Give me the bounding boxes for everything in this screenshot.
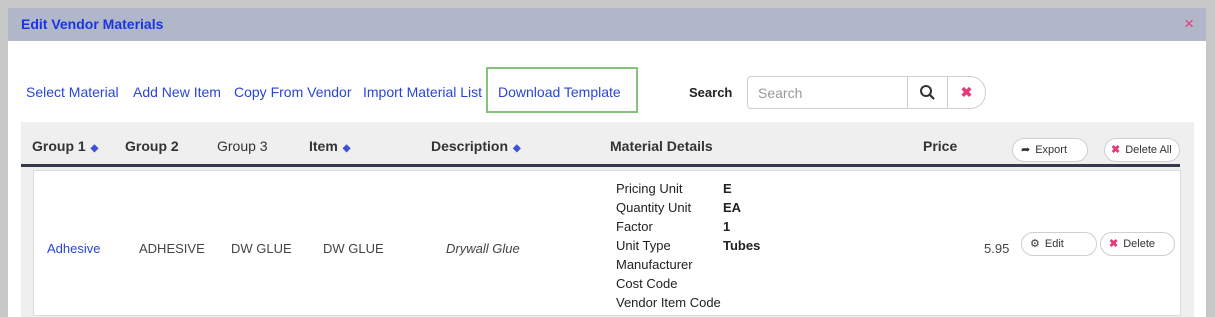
copy-from-vendor-link[interactable]: Copy From Vendor (234, 84, 352, 100)
search-button[interactable] (907, 77, 947, 108)
detail-value: E (723, 181, 732, 196)
close-icon[interactable]: × (1184, 14, 1194, 34)
group2-cell: ADHESIVE (139, 241, 205, 256)
group3-cell: DW GLUE (231, 241, 292, 256)
header-label: Item (309, 138, 338, 154)
gear-icon: ⚙ (1030, 238, 1040, 250)
delete-button[interactable]: ✖ Delete (1100, 232, 1175, 256)
header-description[interactable]: Description ◆ (431, 138, 521, 154)
header-group1[interactable]: Group 1 ◆ (32, 138, 98, 154)
add-new-item-link[interactable]: Add New Item (133, 84, 221, 100)
search-label: Search (689, 85, 733, 100)
export-button[interactable]: ➦ Export (1012, 138, 1088, 162)
detail-label: Unit Type (616, 238, 671, 253)
search-icon (920, 85, 935, 100)
close-icon: ✖ (1111, 144, 1121, 156)
header-label: Description (431, 138, 509, 154)
detail-label: Factor (616, 219, 653, 234)
price-cell: 5.95 (984, 241, 1010, 256)
edit-label: Edit (1044, 238, 1064, 250)
detail-label: Quantity Unit (616, 200, 692, 215)
delete-label: Delete (1123, 238, 1156, 250)
sort-icon[interactable]: ◆ (343, 143, 351, 154)
header-label: Group 3 (217, 138, 268, 154)
item-cell: DW GLUE (323, 241, 384, 256)
table-row: Adhesive ADHESIVE DW GLUE DW GLUE Drywal… (33, 170, 1181, 316)
group1-cell[interactable]: Adhesive (47, 241, 100, 256)
header-material-details: Material Details (610, 138, 713, 154)
sort-icon[interactable]: ◆ (91, 143, 99, 154)
detail-label: Pricing Unit (616, 181, 683, 196)
header-group2: Group 2 (125, 138, 179, 154)
header-label: Material Details (610, 138, 713, 154)
download-template-link[interactable]: Download Template (498, 84, 621, 100)
delete-all-button[interactable]: ✖ Delete All (1104, 138, 1180, 162)
delete-all-label: Delete All (1125, 144, 1172, 156)
detail-label: Cost Code (616, 276, 678, 291)
header-item[interactable]: Item ◆ (309, 138, 351, 154)
header-label: Group 2 (125, 138, 179, 154)
detail-value: Tubes (723, 238, 761, 253)
detail-value: EA (723, 200, 742, 215)
select-material-link[interactable]: Select Material (26, 84, 119, 100)
search-input[interactable] (748, 77, 906, 108)
search-group: ✖ (747, 76, 986, 109)
materials-table: Group 1 ◆ Group 2 Group 3 Item ◆ Descripti… (21, 122, 1194, 317)
close-icon: ✖ (960, 84, 973, 100)
dialog-titlebar: Edit Vendor Materials × (8, 8, 1206, 41)
sort-icon[interactable]: ◆ (513, 143, 521, 154)
share-icon: ➦ (1021, 144, 1031, 156)
header-divider (21, 164, 1180, 167)
description-cell: Drywall Glue (446, 241, 520, 256)
close-icon: ✖ (1109, 238, 1119, 250)
header-label: Price (923, 138, 958, 154)
detail-label: Vendor Item Code (616, 295, 721, 310)
detail-label: Manufacturer (616, 257, 693, 272)
header-group3: Group 3 (217, 138, 268, 154)
clear-search-button[interactable]: ✖ (947, 77, 985, 108)
edit-button[interactable]: ⚙ Edit (1021, 232, 1097, 256)
detail-value: 1 (723, 219, 731, 234)
export-label: Export (1035, 144, 1068, 156)
dialog-title: Edit Vendor Materials (21, 16, 164, 32)
edit-vendor-materials-dialog: Edit Vendor Materials × Select Material … (8, 8, 1206, 317)
header-label: Group 1 (32, 138, 86, 154)
import-material-list-link[interactable]: Import Material List (363, 84, 482, 100)
header-price: Price (923, 138, 957, 154)
